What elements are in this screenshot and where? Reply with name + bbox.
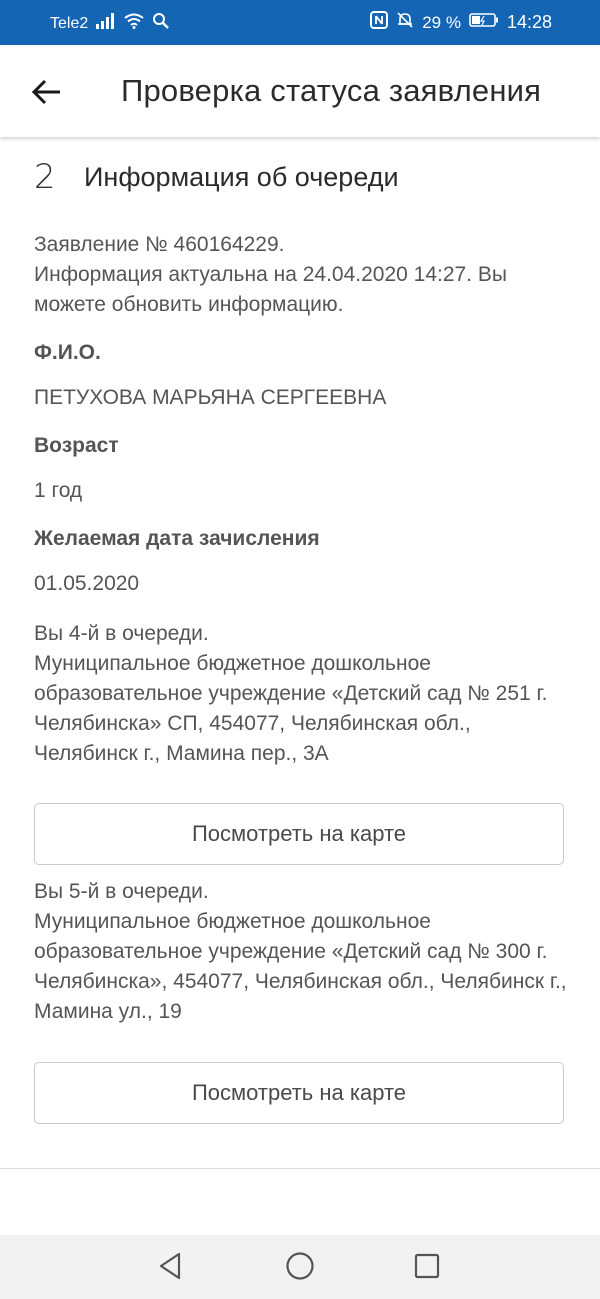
app-bar: Проверка статуса заявления — [0, 45, 600, 137]
search-icon — [152, 12, 170, 35]
recents-square-icon — [414, 1253, 440, 1279]
queue-position: Вы 5-й в очереди. — [34, 880, 209, 903]
enrollment-date-label: Желаемая дата зачисления — [34, 527, 320, 550]
status-bar: Tele2 29 % 14:28 — [0, 0, 600, 45]
signal-icon — [96, 13, 116, 34]
enrollment-date-value: 01.05.2020 — [34, 572, 140, 595]
carrier-name: Tele2 — [50, 14, 89, 32]
view-on-map-button[interactable]: Посмотреть на карте — [34, 1062, 564, 1124]
application-info: Заявление № 460164229. Информация актуал… — [34, 230, 574, 320]
queue-item: Вы 5-й в очереди. Муниципальное бюджетно… — [34, 877, 574, 1027]
fio-label: Ф.И.О. — [34, 341, 101, 364]
status-bar-right: 29 % 14:28 — [370, 11, 552, 34]
nfc-icon — [370, 11, 389, 34]
back-button[interactable] — [30, 75, 64, 109]
back-triangle-icon — [159, 1252, 181, 1280]
home-circle-icon — [286, 1252, 314, 1280]
fio-value: ПЕТУХОВА МАРЬЯНА СЕРГЕЕВНА — [34, 386, 387, 409]
system-nav-bar — [0, 1235, 600, 1299]
section-title: Информация об очереди — [84, 161, 399, 192]
queue-item: Вы 4-й в очереди. Муниципальное бюджетно… — [34, 619, 574, 769]
battery-percent: 29 % — [422, 12, 461, 32]
age-value: 1 год — [34, 479, 83, 502]
divider — [0, 1168, 600, 1169]
nav-recents-button[interactable] — [411, 1250, 443, 1282]
status-bar-left: Tele2 — [50, 12, 170, 35]
clock: 14:28 — [506, 12, 552, 32]
view-on-map-button[interactable]: Посмотреть на карте — [34, 803, 564, 865]
section-header: 2 Информация об очереди — [34, 157, 399, 197]
age-label: Возраст — [34, 434, 119, 457]
info-update-text: Информация актуальна на 24.04.2020 14:27… — [34, 263, 507, 316]
wifi-icon — [124, 13, 144, 34]
queue-position: Вы 4-й в очереди. — [34, 622, 209, 645]
arrow-left-icon — [31, 79, 60, 105]
battery-icon — [469, 12, 499, 33]
nav-home-button[interactable] — [284, 1250, 316, 1282]
application-number: Заявление № 460164229. — [34, 233, 285, 256]
institution-address: Муниципальное бюджетное дошкольное образ… — [34, 910, 567, 1023]
step-number: 2 — [34, 157, 56, 197]
institution-address: Муниципальное бюджетное дошкольное образ… — [34, 652, 548, 765]
page-title: Проверка статуса заявления — [121, 73, 542, 108]
mute-icon — [396, 11, 414, 34]
nav-back-button[interactable] — [155, 1250, 187, 1282]
